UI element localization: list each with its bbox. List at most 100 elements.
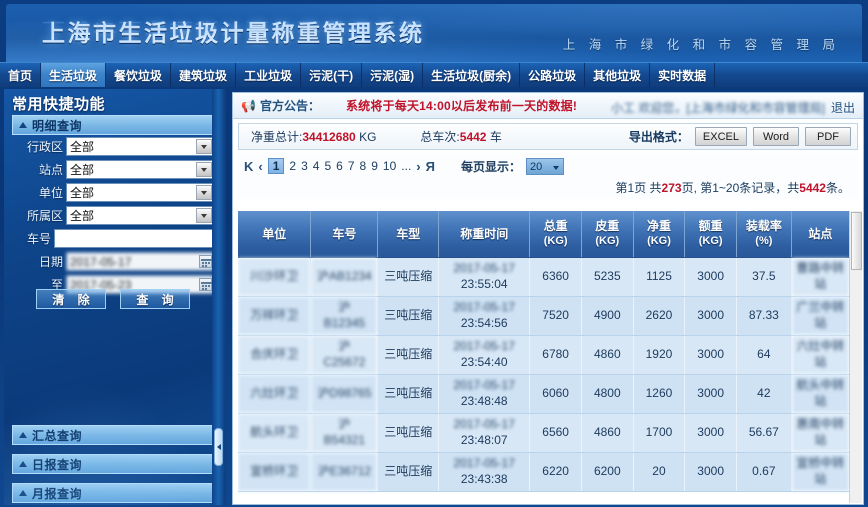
- table-row[interactable]: 合庆环卫沪 C25672 三吨压缩 2017-05-17 23:54:40 6780 486…: [238, 335, 849, 375]
- nav-tab-9[interactable]: 其他垃圾: [585, 63, 651, 87]
- cell-gross-weight-value: 6780: [542, 346, 569, 361]
- column-name: 额重: [698, 219, 723, 234]
- table-body: 川沙环卫 沪AB1234 三吨压缩 2017-05-17 23:55:04 6360 523…: [238, 257, 849, 492]
- text-input-车号[interactable]: [54, 229, 214, 248]
- per-page-select[interactable]: 20: [526, 158, 564, 175]
- nav-tab-label: 生活垃圾(厨余): [431, 68, 512, 83]
- query-button[interactable]: 查 询: [120, 289, 190, 309]
- sidebar-section-detail-query[interactable]: 明细查询: [12, 115, 218, 135]
- chevron-down-icon[interactable]: [196, 139, 212, 154]
- sidebar-section-monthly-report[interactable]: 月报查询: [12, 483, 218, 503]
- cell-plate: 沪E36712: [310, 452, 379, 492]
- pagination-links: K ‹ 1 2 3 4 5 6 7 8 9 10... › Я: [238, 158, 435, 174]
- form-field-row-3: 所属区 全部: [18, 206, 214, 225]
- cell-weigh-time: 2017-05-17 23:54:56: [438, 296, 531, 336]
- cell-unit-value: 航头环卫: [250, 424, 299, 439]
- expand-triangle-icon: [19, 432, 27, 438]
- nav-tab-6[interactable]: 污泥(湿): [362, 63, 424, 87]
- nav-tab-1[interactable]: 生活垃圾: [41, 63, 107, 87]
- nav-tab-label: 餐饮垃圾: [114, 68, 163, 83]
- cell-tare-weight: 6200: [581, 452, 634, 492]
- nav-tab-4[interactable]: 工业垃圾: [236, 63, 302, 87]
- cell-model: 三吨压缩: [377, 257, 440, 297]
- nav-tab-3[interactable]: 建筑垃圾: [171, 63, 237, 87]
- pagination-prev-button[interactable]: ‹: [258, 159, 262, 174]
- nav-tab-10[interactable]: 实时数据: [650, 63, 716, 87]
- scrollbar-thumb[interactable]: [851, 212, 862, 270]
- calendar-icon[interactable]: [199, 278, 212, 291]
- cell-gross-weight-value: 6220: [542, 463, 569, 478]
- cell-tare-weight: 5235: [581, 257, 634, 297]
- date-input[interactable]: [66, 252, 214, 271]
- clear-button[interactable]: 清 除: [36, 289, 106, 309]
- detail-query-form: 行政区全部站点全部单位全部所属区全部车号日期至: [18, 137, 214, 294]
- cell-rated-weight: 3000: [684, 335, 737, 375]
- pagination-last-button[interactable]: Я: [426, 159, 435, 174]
- pagination-page-6[interactable]: 6: [336, 159, 343, 173]
- column-unit: (%): [755, 235, 773, 248]
- nav-tab-8[interactable]: 公路垃圾: [520, 63, 586, 87]
- select-行政区[interactable]: 全部: [66, 137, 214, 156]
- pagination-next-button[interactable]: ›: [416, 159, 420, 174]
- expand-triangle-icon: [19, 122, 27, 128]
- cell-net-weight-value: 1920: [645, 346, 673, 361]
- pagination-page-9[interactable]: 9: [371, 159, 378, 173]
- field-label: 站点: [38, 163, 63, 177]
- table-row[interactable]: 六灶环卫 沪D98765 三吨压缩 2017-05-17 23:48:48 6060 480…: [238, 374, 849, 414]
- cell-weigh-time: 2017-05-17 23:48:48: [438, 374, 531, 414]
- pagination-page-5[interactable]: 5: [324, 159, 331, 173]
- cell-weigh-clock: 23:48:48: [460, 393, 508, 408]
- export-pdf-button[interactable]: PDF: [805, 127, 851, 146]
- cell-rated-weight-value: 3000: [697, 385, 724, 400]
- export-excel-button[interactable]: EXCEL: [694, 127, 747, 146]
- pagination-ellipsis: ...: [401, 159, 412, 173]
- pagination-page-7[interactable]: 7: [348, 159, 355, 173]
- pagination-page-8[interactable]: 8: [360, 159, 367, 173]
- nav-tab-7[interactable]: 生活垃圾(厨余): [423, 63, 521, 87]
- form-field-row-4: 车号: [18, 229, 214, 248]
- column-unit: (KG): [543, 235, 568, 248]
- nav-tab-0[interactable]: 首页: [0, 63, 42, 87]
- select-站点[interactable]: 全部: [66, 160, 214, 179]
- sidebar-section-summary-query[interactable]: 汇总查询: [12, 425, 218, 445]
- table-vertical-scrollbar[interactable]: [849, 211, 862, 503]
- cell-plate: 沪 B12345: [310, 296, 379, 336]
- pagination-page-3[interactable]: 3: [301, 159, 308, 173]
- field-label: 行政区: [26, 140, 63, 154]
- cell-model-value: 三吨压缩: [384, 307, 433, 322]
- table-row[interactable]: 万祥环卫沪 B12345 三吨压缩 2017-05-17 23:54:56 7520 490…: [238, 296, 849, 336]
- chevron-down-icon[interactable]: [196, 185, 212, 200]
- net-weight-value: 34412680: [302, 130, 356, 144]
- table-row[interactable]: 宣桥环卫 沪E36712 三吨压缩 2017-05-17 23:43:38 6220 620…: [238, 452, 849, 492]
- chevron-down-icon[interactable]: [196, 162, 212, 177]
- pagination-page-2[interactable]: 2: [289, 159, 296, 173]
- sidebar-section-daily-report[interactable]: 日报查询: [12, 454, 218, 474]
- export-word-button[interactable]: Word: [753, 127, 799, 146]
- pagination-page-4[interactable]: 4: [313, 159, 320, 173]
- nav-tab-label: 污泥(干): [309, 68, 354, 83]
- cell-tare-weight-value: 4860: [593, 346, 621, 361]
- table-row[interactable]: 川沙环卫 沪AB1234 三吨压缩 2017-05-17 23:55:04 6360 523…: [238, 257, 849, 297]
- pagination-page-1[interactable]: 1: [267, 158, 285, 174]
- sidebar-title: 常用快捷功能: [12, 96, 106, 113]
- select-单位[interactable]: 全部: [66, 183, 214, 202]
- logout-link[interactable]: 退出: [831, 99, 855, 116]
- cell-model-value: 三吨压缩: [384, 346, 433, 361]
- nav-tab-2[interactable]: 餐饮垃圾: [106, 63, 172, 87]
- sidebar-collapse-handle[interactable]: [214, 428, 223, 466]
- cell-tare-weight-value: 4900: [593, 307, 621, 322]
- select-所属区[interactable]: 全部: [66, 206, 214, 225]
- table-row[interactable]: 航头环卫沪 B54321 三吨压缩 2017-05-17 23:48:07 6560 486…: [238, 413, 849, 453]
- nav-tab-label: 建筑垃圾: [179, 68, 228, 83]
- weighing-records-table: 单位 车号 车型 称重时间 总重 (KG) 皮重 (KG) 净重 (KG) 额重 (KG) 装载率 (%)…: [238, 211, 849, 492]
- main-navigation: 首页 生活垃圾 餐饮垃圾 建筑垃圾 工业垃圾 污泥(干) 污泥(湿) 生活垃圾(厨余) 公路垃圾…: [0, 62, 868, 87]
- chevron-down-icon[interactable]: [196, 208, 212, 223]
- nav-tab-label: 工业垃圾: [244, 68, 293, 83]
- calendar-icon[interactable]: [199, 255, 212, 268]
- cell-rated-weight: 3000: [684, 374, 737, 414]
- data-table-container: 单位 车号 车型 称重时间 总重 (KG) 皮重 (KG) 净重 (KG) 额重 (KG) 装载率 (%)…: [238, 211, 849, 504]
- nav-tab-label: 实时数据: [658, 68, 707, 83]
- pagination-page-10[interactable]: 10: [383, 159, 396, 173]
- pagination-first-button[interactable]: K: [244, 159, 253, 174]
- nav-tab-5[interactable]: 污泥(干): [301, 63, 363, 87]
